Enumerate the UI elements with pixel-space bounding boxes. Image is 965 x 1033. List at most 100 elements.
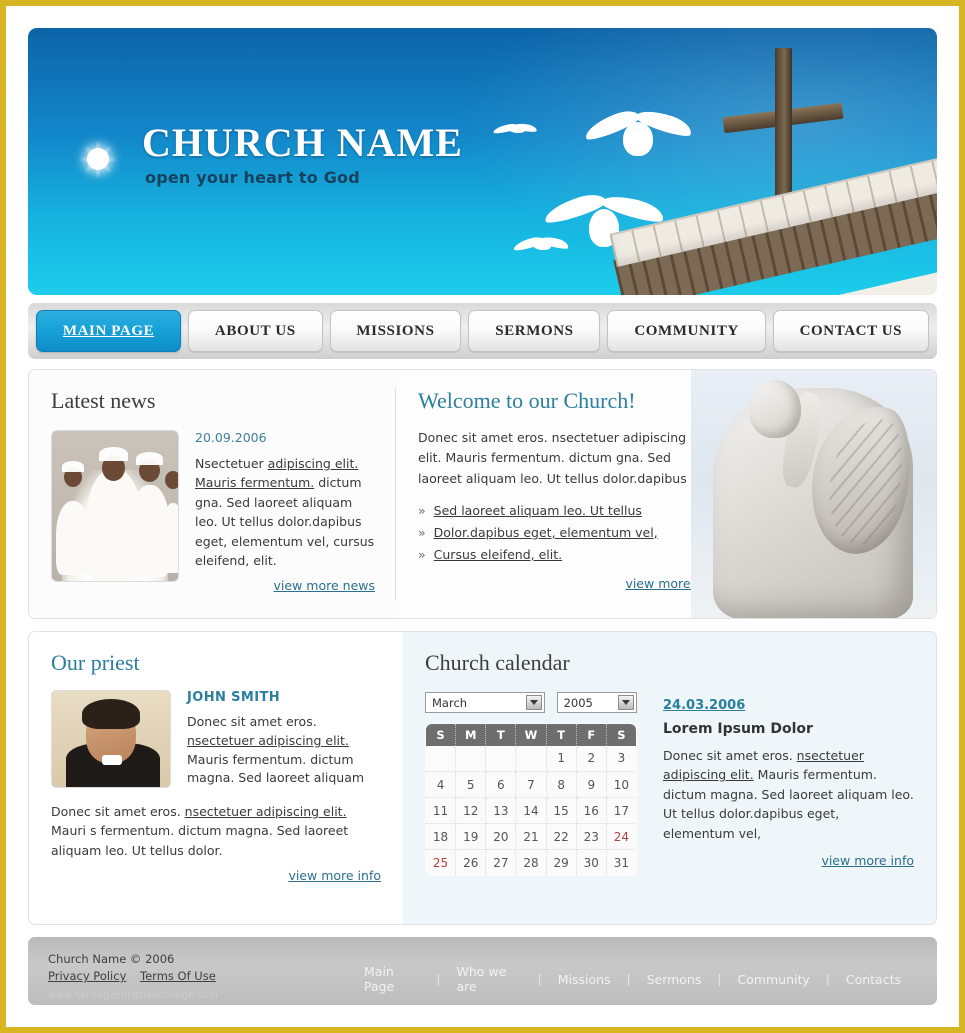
news-thumbnail[interactable] xyxy=(51,430,179,582)
calendar-day[interactable] xyxy=(455,745,487,772)
calendar-selectors: March 2005 xyxy=(425,692,637,713)
view-more-news-link[interactable]: view more news xyxy=(274,578,375,593)
weekday-header: T xyxy=(485,724,517,746)
welcome-link-1[interactable]: Sed laoreet aliquam leo. Ut tellus xyxy=(434,503,642,518)
footer-link-community[interactable]: Community xyxy=(721,972,825,987)
event-more-wrap: view more info xyxy=(663,853,914,868)
brand-block: CHURCH NAME open your heart to God xyxy=(142,120,463,188)
calendar-day[interactable]: 27 xyxy=(485,849,517,875)
footer-link-contacts[interactable]: Contacts xyxy=(830,972,917,987)
priest-name: JOHN SMITH xyxy=(187,690,281,705)
calendar-day[interactable]: 15 xyxy=(546,797,577,824)
welcome-link-2[interactable]: Dolor.dapibus eget, elementum vel, xyxy=(434,525,658,540)
calendar-day[interactable]: 28 xyxy=(515,849,547,875)
calendar-day[interactable]: 31 xyxy=(606,849,636,875)
calendar-day[interactable]: 29 xyxy=(546,849,577,875)
calendar-day[interactable]: 21 xyxy=(515,823,547,850)
nav-item-missions[interactable]: MISSIONS xyxy=(329,310,462,352)
top-content-section: Latest news 20.09.2006 Nsectetuer adipis… xyxy=(28,369,937,619)
site-title: CHURCH NAME xyxy=(142,120,463,165)
calendar-day[interactable]: 26 xyxy=(455,849,487,875)
calendar-day[interactable]: 22 xyxy=(546,823,577,850)
calendar-day[interactable]: 11 xyxy=(426,797,457,824)
calendar-day-highlighted[interactable]: 25 xyxy=(426,849,457,875)
calendar-day[interactable]: 10 xyxy=(606,771,636,798)
calendar-day[interactable]: 23 xyxy=(576,823,607,850)
priest-photo[interactable] xyxy=(51,690,171,788)
calendar-day[interactable]: 6 xyxy=(485,771,517,798)
nav-item-sermons[interactable]: SERMONS xyxy=(468,310,601,352)
chevron-down-icon[interactable] xyxy=(618,695,634,710)
nav-item-contact-us[interactable]: CONTACT US xyxy=(772,310,929,352)
dove-icon xyxy=(492,120,539,138)
calendar-day[interactable]: 2 xyxy=(576,745,607,772)
year-select[interactable]: 2005 xyxy=(556,692,637,713)
footer-link-main-page[interactable]: Main Page xyxy=(348,964,436,994)
footer-link-missions[interactable]: Missions xyxy=(542,972,627,987)
welcome-link-3[interactable]: Cursus eleifend, elit. xyxy=(434,547,562,562)
calendar-day[interactable]: 1 xyxy=(546,745,577,772)
month-select-value: March xyxy=(432,695,468,710)
calendar-day[interactable]: 14 xyxy=(515,797,547,824)
priest-view-more-info-link[interactable]: view more info xyxy=(288,868,381,883)
calendar-day[interactable] xyxy=(485,745,517,772)
welcome-paragraph: Donec sit amet eros. nsectetuer adipisci… xyxy=(418,430,687,486)
bottom-content-section: Our priest JOHN SMITH Donec sit amet ero… xyxy=(28,631,937,925)
priest-bio: Donec sit amet eros. nsectetuer adipisci… xyxy=(187,713,381,788)
list-item[interactable]: » Dolor.dapibus eget, elementum vel, xyxy=(418,525,718,540)
priest-below-link[interactable]: nsectetuer adipiscing elit. xyxy=(185,804,347,819)
dove-icon xyxy=(512,233,570,257)
calendar-day[interactable]: 8 xyxy=(546,771,577,798)
nav-item-community[interactable]: COMMUNITY xyxy=(607,310,766,352)
calendar-day-highlighted[interactable]: 24 xyxy=(606,823,636,850)
calendar-day[interactable] xyxy=(426,745,457,772)
calendar-day[interactable]: 4 xyxy=(426,771,457,798)
footer-legal-links: Privacy Policy Terms Of Use xyxy=(48,968,348,985)
footer-copyright: Church Name © 2006 xyxy=(48,952,175,966)
calendar-day[interactable]: 5 xyxy=(455,771,487,798)
angel-statue-image xyxy=(691,370,936,618)
footer-link-sermons[interactable]: Sermons xyxy=(631,972,718,987)
priest-bio-link[interactable]: nsectetuer adipiscing elit. xyxy=(187,733,349,748)
calendar-day[interactable]: 30 xyxy=(576,849,607,875)
calendar-day[interactable]: 17 xyxy=(606,797,636,824)
calendar-week-row: 4 5 6 7 8 9 10 xyxy=(426,771,636,798)
calendar-week-row: 1 2 3 xyxy=(426,745,636,772)
terms-of-use-link[interactable]: Terms Of Use xyxy=(140,969,216,983)
calendar-day[interactable]: 9 xyxy=(576,771,607,798)
nav-item-main-page[interactable]: MAIN PAGE xyxy=(36,310,182,352)
event-date-link[interactable]: 24.03.2006 xyxy=(663,698,745,713)
chevron-down-icon[interactable] xyxy=(525,695,542,710)
nav-item-about-us[interactable]: ABOUT US xyxy=(188,310,323,352)
list-item[interactable]: » Cursus eleifend, elit. xyxy=(418,547,718,562)
footer-link-who-we-are[interactable]: Who we are xyxy=(440,964,537,994)
calendar-day[interactable]: 7 xyxy=(515,771,547,798)
calendar-table: S M T W T F S 1 2 3 4 5 6 7 8 9 10 11 12… xyxy=(425,723,637,876)
footer-watermark: www.heritagechristiancollege.com xyxy=(48,989,218,1001)
church-calendar-heading: Church calendar xyxy=(425,650,570,675)
calendar-day[interactable]: 16 xyxy=(576,797,607,824)
calendar-day[interactable]: 3 xyxy=(606,745,636,772)
weekday-header: W xyxy=(515,724,547,746)
news-body: Nsectetuer adipiscing elit. Mauris ferme… xyxy=(195,454,375,570)
list-item[interactable]: » Sed laoreet aliquam leo. Ut tellus xyxy=(418,503,718,518)
calendar-header-row: S M T W T F S xyxy=(426,724,636,746)
calendar-day[interactable]: 12 xyxy=(455,797,487,824)
event-text-lead: Donec sit amet eros. xyxy=(663,748,797,763)
month-select[interactable]: March xyxy=(425,692,545,713)
event-title: Lorem Ipsum Dolor xyxy=(663,721,813,737)
event-view-more-info-link[interactable]: view more info xyxy=(821,853,914,868)
calendar-body: 1 2 3 4 5 6 7 8 9 10 11 12 13 14 15 16 1… xyxy=(426,745,636,875)
privacy-policy-link[interactable]: Privacy Policy xyxy=(48,969,126,983)
calendar-day[interactable]: 20 xyxy=(485,823,517,850)
calendar-day[interactable]: 19 xyxy=(455,823,487,850)
weekday-header: F xyxy=(576,724,607,746)
calendar-day[interactable]: 13 xyxy=(485,797,517,824)
priest-extra-text: Donec sit amet eros. nsectetuer adipisci… xyxy=(51,802,381,860)
weekday-header: S xyxy=(606,724,636,746)
our-priest-panel: Our priest JOHN SMITH Donec sit amet ero… xyxy=(29,632,403,924)
calendar-day[interactable] xyxy=(515,745,547,772)
priest-below-lead: Donec sit amet eros. xyxy=(51,804,185,819)
site-logo[interactable]: CHURCH NAME open your heart to God xyxy=(68,123,463,189)
calendar-day[interactable]: 18 xyxy=(426,823,457,850)
